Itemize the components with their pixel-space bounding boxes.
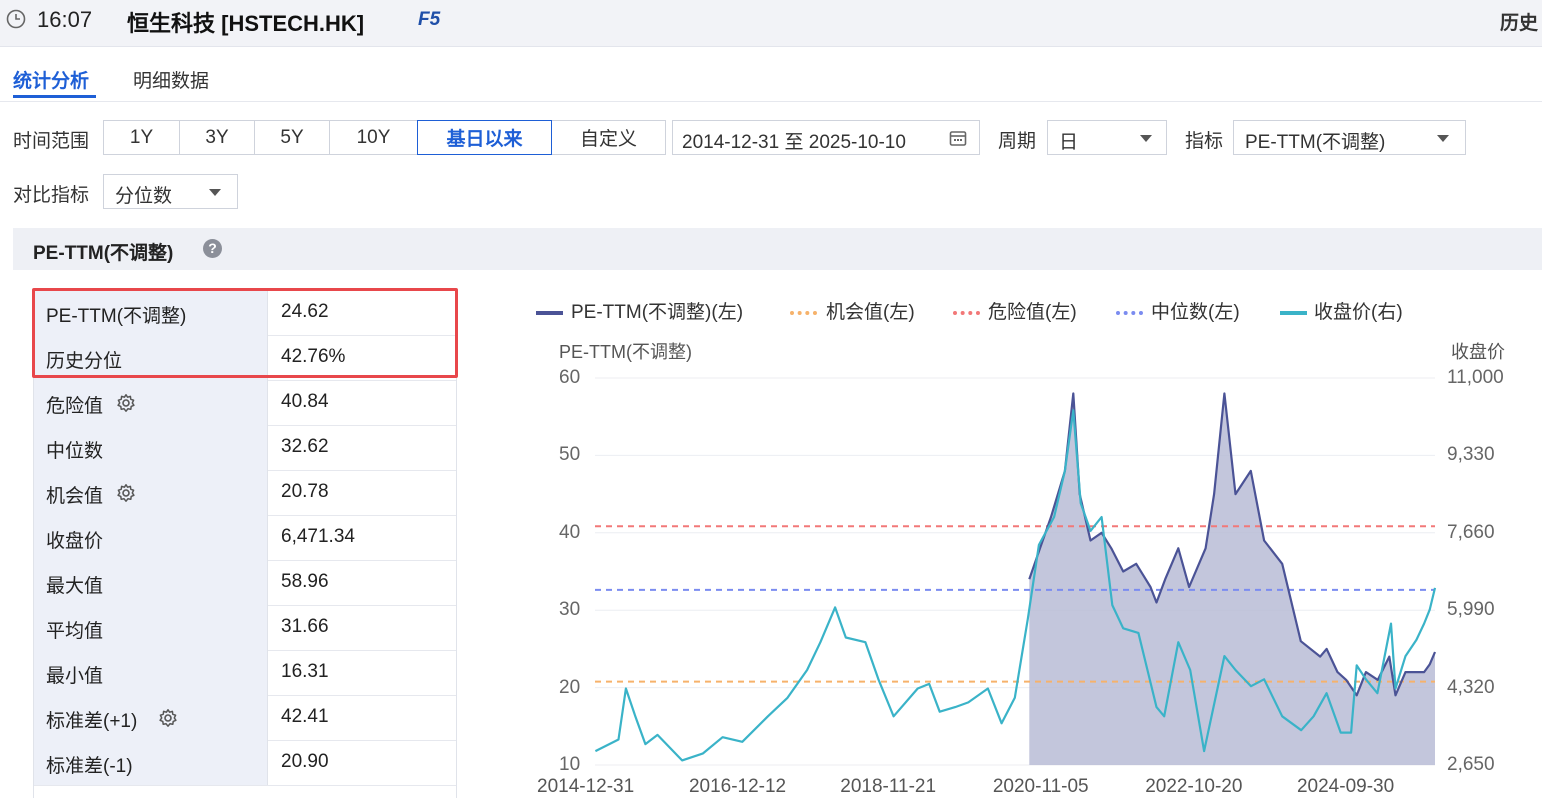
stats-row-name-cell: 平均值 [33, 605, 268, 650]
indicator-select-value: PE-TTM(不调整) [1245, 132, 1386, 153]
stats-row-label: 机会值 [46, 486, 104, 507]
chevron-down-icon [1437, 135, 1449, 142]
indicator-select[interactable]: PE-TTM(不调整) [1233, 120, 1466, 155]
compare-indicator-label: 对比指标 [13, 185, 90, 206]
gear-icon[interactable] [116, 393, 136, 413]
current-time: 16:07 [37, 7, 93, 32]
period-select[interactable]: 日 [1047, 120, 1167, 155]
stats-row: 标准差(+1) 42.41 [33, 695, 457, 741]
stock-title: 恒生科技 [HSTECH.HK] [127, 11, 365, 36]
history-link[interactable]: 历史 [1500, 8, 1538, 35]
period-select-value: 日 [1059, 132, 1079, 153]
tabs-divider [0, 101, 1542, 102]
calendar-icon[interactable] [949, 129, 967, 147]
stats-row-name-cell: 最小值 [33, 650, 268, 695]
gear-icon[interactable] [116, 483, 136, 503]
f5-badge[interactable]: F5 [418, 9, 440, 31]
period-label: 周期 [998, 131, 1037, 152]
pe-ttm-chart[interactable] [520, 290, 1542, 798]
compare-indicator-select[interactable]: 分位数 [103, 174, 238, 209]
time-range-selector: 1Y 3Y 5Y 10Y 基日以来 自定义 [103, 120, 666, 155]
stats-row-value: 20.90 [281, 751, 329, 772]
stats-row-label: 最大值 [46, 576, 104, 597]
stats-row-name-cell: 最大值 [33, 560, 268, 605]
title-bar: 16:07 恒生科技 [HSTECH.HK] F5 历史 [0, 0, 1542, 47]
stats-row-label: 平均值 [46, 621, 104, 642]
stats-row: 平均值 31.66 [33, 605, 457, 651]
stats-row-value: 58.96 [281, 571, 329, 592]
stats-row: 机会值 20.78 [33, 470, 457, 516]
stats-row-label: 标准差(+1) [46, 711, 138, 732]
pe-area-fill [1029, 393, 1435, 765]
stats-row-value: 42.41 [281, 706, 329, 727]
stats-row-value: 20.78 [281, 481, 329, 502]
stats-row-name-cell: 标准差(+1) [33, 695, 268, 740]
clock-icon [6, 9, 26, 29]
active-tab-indicator [13, 95, 96, 98]
stats-row-name-cell: 标准差(-1) [33, 740, 268, 785]
question-circle-icon[interactable]: ? [203, 239, 222, 258]
stats-row-name-cell: 危险值 [33, 380, 268, 425]
tab-detail-data[interactable]: 明细数据 [133, 66, 209, 93]
compare-select-value: 分位数 [115, 186, 173, 207]
stats-row-value: 32.62 [281, 436, 329, 457]
stats-row-value: 31.66 [281, 616, 329, 637]
chevron-down-icon [1140, 135, 1152, 142]
stats-row-label: 标准差(-1) [46, 756, 133, 777]
stats-row-value: 40.84 [281, 391, 329, 412]
stats-row: 中位数 32.62 [33, 425, 457, 471]
stats-row-name-cell: 中位数 [33, 425, 268, 470]
stats-row-name-cell: 机会值 [33, 470, 268, 515]
date-range-input[interactable]: 2014-12-31 至 2025-10-10 [672, 120, 980, 155]
stats-row: 最小值 16.31 [33, 650, 457, 696]
range-custom-button[interactable]: 自定义 [551, 120, 666, 155]
stats-row: 危险值 40.84 [33, 380, 457, 426]
section-header: PE-TTM(不调整) ? [13, 228, 1542, 270]
range-10y-button[interactable]: 10Y [329, 120, 418, 155]
stats-row: 最大值 58.96 [33, 560, 457, 606]
stats-row: 标准差(-1) 20.90 [33, 740, 457, 786]
range-since-base-button[interactable]: 基日以来 [417, 120, 552, 155]
range-3y-button[interactable]: 3Y [179, 120, 255, 155]
stats-row-label: 最小值 [46, 666, 104, 687]
stats-row-label: 危险值 [46, 396, 104, 417]
range-5y-button[interactable]: 5Y [254, 120, 330, 155]
highlight-annotation-box [32, 288, 458, 378]
stats-row-value: 16.31 [281, 661, 329, 682]
tab-statistics[interactable]: 统计分析 [13, 66, 89, 93]
date-range-text: 2014-12-31 至 2025-10-10 [682, 132, 906, 153]
stats-row: 收盘价 6,471.34 [33, 515, 457, 561]
range-1y-button[interactable]: 1Y [103, 120, 180, 155]
stats-row-label: 收盘价 [46, 531, 104, 552]
indicator-label: 指标 [1185, 131, 1224, 152]
gear-icon[interactable] [158, 708, 178, 728]
stats-row-label: 中位数 [46, 441, 104, 462]
stats-row-name-cell: 收盘价 [33, 515, 268, 560]
section-title: PE-TTM(不调整) [33, 243, 174, 264]
time-range-label: 时间范围 [13, 131, 90, 152]
stats-row-value: 6,471.34 [281, 526, 355, 547]
chevron-down-icon [209, 189, 221, 196]
